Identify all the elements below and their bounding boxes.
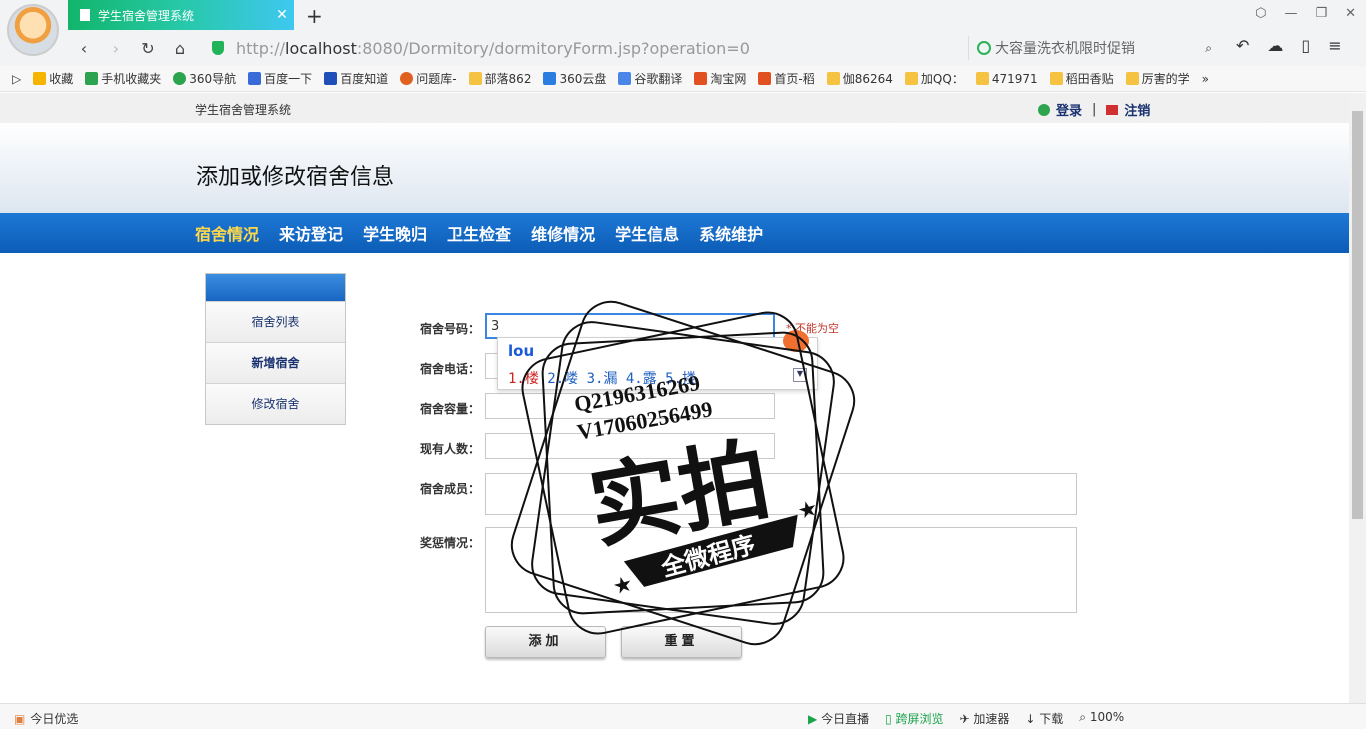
logout-icon: [1106, 104, 1119, 115]
status-zoom[interactable]: ⌕ 100%: [1079, 710, 1124, 727]
bookmark-item[interactable]: 471971: [975, 72, 1038, 86]
url-text[interactable]: http://localhost:8080/Dormitory/dormitor…: [236, 39, 750, 58]
shirt-icon[interactable]: ⬡: [1255, 6, 1266, 21]
status-deals[interactable]: 今日优选: [30, 710, 78, 727]
watermark-stamp: Q2196316269 V17060256499 实拍 全微程序 ★ ★: [510, 300, 856, 646]
address-bar[interactable]: http://localhost:8080/Dormitory/dormitor…: [212, 34, 972, 62]
menu-icon[interactable]: ≡: [1328, 36, 1341, 55]
gift-icon: ▣: [14, 711, 26, 726]
login-link[interactable]: 登录: [1056, 100, 1082, 119]
bookmark-item[interactable]: 谷歌翻译: [618, 70, 682, 87]
nav-repair[interactable]: 维修情况: [531, 221, 595, 245]
nav-students[interactable]: 学生信息: [615, 221, 679, 245]
sidebar-item-edit[interactable]: 修改宿舍: [206, 383, 345, 424]
browser-chrome: 学生宿舍管理系统 ✕ + ⬡ — ❐ ✕ ‹ › ↻ ⌂ http://loca…: [0, 0, 1366, 66]
bookmark-item[interactable]: 淘宝网: [694, 70, 746, 87]
main-nav: 宿舍情况 来访登记 学生晚归 卫生检查 维修情况 学生信息 系统维护: [0, 213, 1349, 253]
restore-icon[interactable]: ❐: [1315, 6, 1327, 21]
star-icon: ★: [610, 571, 636, 600]
forward-icon[interactable]: ›: [100, 39, 132, 58]
members-label: 宿舍成员：: [420, 482, 481, 496]
search-engine-icon: [977, 41, 991, 55]
login-links: 登录 | 注销: [1038, 100, 1150, 119]
document-icon: [80, 9, 90, 21]
bookmark-item[interactable]: 部落862: [468, 70, 531, 87]
status-left: ▣ 今日优选: [14, 710, 78, 727]
bookmark-item[interactable]: 厉害的学: [1125, 70, 1190, 87]
status-download[interactable]: ↓ 下载: [1025, 710, 1063, 727]
user-avatar[interactable]: [7, 4, 59, 56]
bookmark-item[interactable]: 手机收藏夹: [85, 70, 161, 87]
divider: |: [1092, 102, 1097, 117]
sidebar-item-list[interactable]: 宿舍列表: [206, 301, 345, 342]
bookmark-item[interactable]: 360云盘: [543, 70, 606, 87]
bookmark-item[interactable]: 伽86264: [826, 70, 893, 87]
sidebar-toggle-icon[interactable]: ▷: [12, 72, 21, 86]
status-bar: ▣ 今日优选 ▶ 今日直播 ▯ 跨屏浏览 ✈ 加速器 ↓ 下载 ⌕ 100%: [0, 703, 1366, 729]
new-tab-button[interactable]: +: [306, 4, 323, 28]
awards-label: 奖惩情况：: [420, 536, 481, 550]
vertical-scrollbar[interactable]: [1349, 93, 1366, 703]
toolbar-icons: ↶ ☁ ▯ ≡: [1236, 36, 1342, 55]
play-icon: ▶: [808, 712, 818, 726]
bookmark-item[interactable]: 首页-稻: [758, 70, 815, 87]
home-icon[interactable]: ⌂: [164, 39, 196, 58]
scrollbar-thumb[interactable]: [1352, 111, 1363, 519]
bookmarks-bar: ▷ 收藏 手机收藏夹 360导航 百度一下 百度知道 问题库- 部落862 36…: [0, 66, 1366, 92]
page-title: 添加或修改宿舍信息: [196, 165, 395, 190]
sidebar-item-add[interactable]: 新增宿舍: [206, 342, 345, 383]
secure-shield-icon: [212, 41, 224, 55]
site-name: 学生宿舍管理系统: [195, 103, 292, 117]
sidebar-header: [206, 274, 345, 301]
login-icon: [1038, 103, 1050, 116]
search-box[interactable]: 大容量洗衣机限时促销 ⌕: [968, 36, 1212, 60]
more-bookmarks-icon[interactable]: »: [1202, 72, 1209, 86]
sidebar: 宿舍列表 新增宿舍 修改宿舍: [205, 273, 346, 425]
page-content: 学生宿舍管理系统 登录 | 注销 添加或修改宿舍信息 宿舍情况 来访登记 学生晚…: [0, 93, 1349, 703]
back-icon[interactable]: ‹: [68, 39, 100, 58]
nav-late-return[interactable]: 学生晚归: [363, 221, 427, 245]
status-accelerator[interactable]: ✈ 加速器: [960, 710, 1010, 727]
tab-title: 学生宿舍管理系统: [98, 8, 195, 23]
bookmark-item[interactable]: 百度一下: [248, 70, 312, 87]
nav-dormitory[interactable]: 宿舍情况: [195, 221, 259, 245]
current-count-label: 现有人数：: [420, 442, 481, 456]
nav-hygiene[interactable]: 卫生检查: [447, 221, 511, 245]
window-controls: ⬡ — ❐ ✕: [1255, 6, 1356, 21]
close-tab-icon[interactable]: ✕: [270, 7, 294, 23]
capacity-label: 宿舍容量：: [420, 402, 481, 416]
phone-label: 宿舍电话：: [420, 362, 481, 376]
bookmark-item[interactable]: 加QQ：: [904, 70, 964, 87]
room-no-label: 宿舍号码：: [420, 322, 481, 336]
undo-icon[interactable]: ↶: [1236, 36, 1249, 55]
minimize-icon[interactable]: —: [1284, 6, 1297, 21]
browser-tab[interactable]: 学生宿舍管理系统 ✕: [68, 0, 294, 30]
reload-icon[interactable]: ↻: [132, 39, 164, 58]
bookmark-item[interactable]: 360导航: [173, 70, 236, 87]
bookmark-item[interactable]: 问题库-: [400, 70, 457, 87]
site-header: 添加或修改宿舍信息: [0, 123, 1349, 213]
nav-system[interactable]: 系统维护: [699, 221, 763, 245]
cloud-icon[interactable]: ☁: [1267, 36, 1283, 55]
status-cross-screen[interactable]: ▯ 跨屏浏览: [885, 710, 943, 727]
bookmark-item[interactable]: 稻田香贴: [1049, 70, 1114, 87]
nav-visitors[interactable]: 来访登记: [279, 221, 343, 245]
status-live[interactable]: ▶ 今日直播: [808, 710, 869, 727]
search-icon[interactable]: ⌕: [1205, 41, 1212, 56]
bookmark-item[interactable]: 收藏: [33, 70, 73, 87]
logout-link[interactable]: 注销: [1124, 100, 1150, 119]
status-right: ▶ 今日直播 ▯ 跨屏浏览 ✈ 加速器 ↓ 下载 ⌕ 100%: [808, 710, 1124, 727]
nav-bar: ‹ › ↻ ⌂ http://localhost:8080/Dormitory/…: [68, 32, 1366, 64]
search-placeholder: 大容量洗衣机限时促销: [995, 41, 1135, 57]
bookmark-item[interactable]: 百度知道: [324, 70, 388, 87]
close-window-icon[interactable]: ✕: [1345, 6, 1356, 21]
site-topbar: 学生宿舍管理系统 登录 | 注销: [0, 93, 1349, 123]
phone-icon[interactable]: ▯: [1301, 36, 1310, 55]
